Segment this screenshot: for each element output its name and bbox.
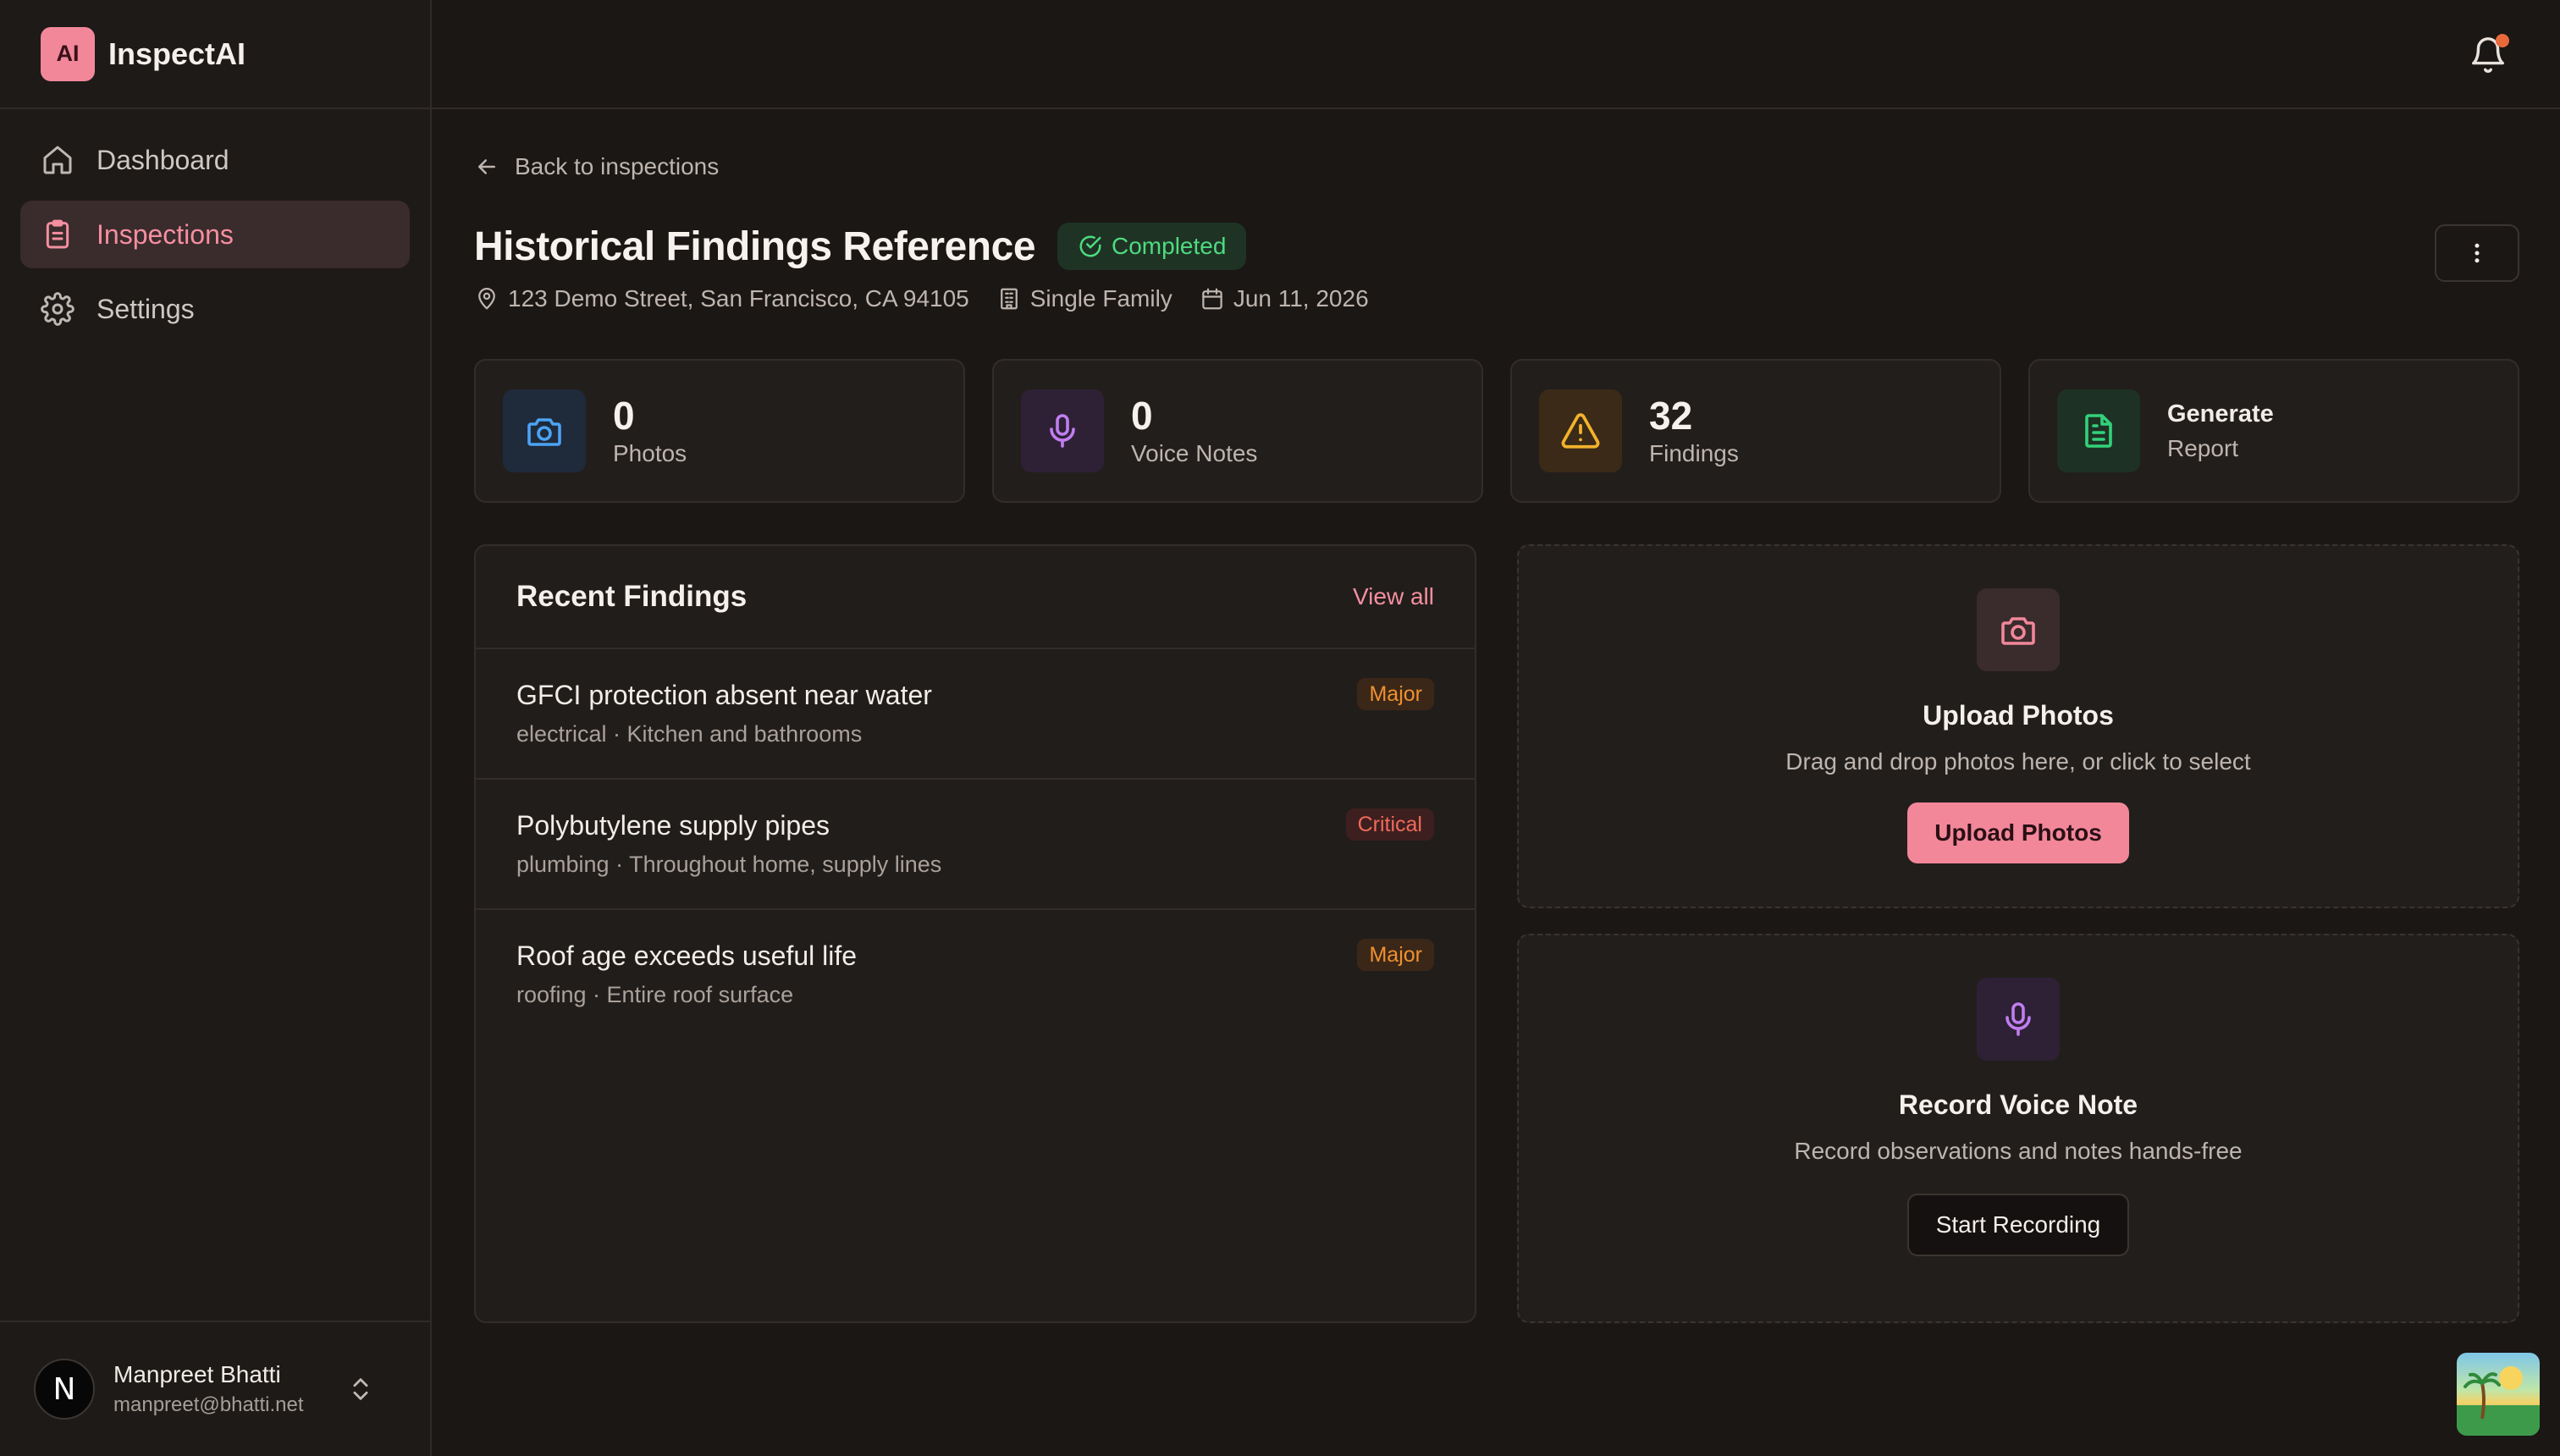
finding-subtitle: electrical · Kitchen and bathrooms — [516, 721, 863, 747]
more-options-button[interactable] — [2435, 224, 2519, 282]
panel-icon-box — [1977, 978, 2060, 1061]
recent-findings-header: Recent Findings View all — [476, 546, 1475, 649]
user-menu[interactable]: N Manpreet Bhatti manpreet@bhatti.net — [0, 1321, 430, 1456]
stat-icon-box — [503, 389, 586, 472]
stats-row: 0 Photos 0 Voice Notes 32 Findings Gener… — [474, 359, 2519, 503]
stat-photos[interactable]: 0 Photos — [474, 359, 965, 503]
sidebar: AI InspectAI Dashboard Inspections Setti… — [0, 0, 432, 1456]
sidebar-item-label: Settings — [97, 293, 195, 324]
stat-text: 0 Voice Notes — [1131, 394, 1257, 468]
notification-dot — [2496, 34, 2509, 47]
back-link-label: Back to inspections — [515, 153, 720, 179]
address-text: 123 Demo Street, San Francisco, CA 94105 — [508, 285, 969, 312]
avatar: N — [34, 1359, 95, 1420]
check-circle-icon — [1079, 235, 1101, 257]
stat-icon-box — [1021, 389, 1104, 472]
list-item[interactable]: Roof age exceeds useful life roofing · E… — [476, 910, 1475, 1040]
list-item[interactable]: GFCI protection absent near water electr… — [476, 649, 1475, 780]
finding-title: GFCI protection absent near water — [516, 680, 932, 710]
document-icon — [2085, 414, 2112, 448]
status-badge: Completed — [1057, 223, 1247, 270]
upload-description: Drag and drop photos here, or click to s… — [1785, 748, 2251, 775]
map-pin-icon — [478, 288, 495, 310]
camera-icon — [527, 418, 561, 446]
stat-voice-notes[interactable]: 0 Voice Notes — [992, 359, 1483, 503]
property-type-text: Single Family — [1029, 285, 1172, 312]
sidebar-nav: Dashboard Inspections Settings — [0, 109, 430, 367]
date-text: Jun 11, 2026 — [1233, 285, 1369, 312]
finding-title: Roof age exceeds useful life — [516, 940, 858, 971]
sidebar-item-label: Dashboard — [97, 144, 229, 175]
building-icon — [1000, 288, 1018, 310]
finding-subtitle: plumbing · Throughout home, supply lines — [516, 852, 942, 877]
stat-value: 0 — [613, 393, 635, 438]
home-icon — [43, 146, 72, 174]
user-email: manpreet@bhatti.net — [113, 1393, 304, 1416]
severity-badge: Critical — [1345, 808, 1434, 841]
sidebar-item-dashboard[interactable]: Dashboard — [20, 126, 410, 194]
title-row: Historical Findings Reference Completed — [474, 223, 1247, 270]
upload-photos-button[interactable]: Upload Photos — [1907, 802, 2129, 863]
user-info: Manpreet Bhatti manpreet@bhatti.net — [113, 1361, 304, 1417]
finding-title: Polybutylene supply pipes — [516, 810, 830, 841]
stat-value: 32 — [1649, 393, 1693, 438]
stat-icon-box — [2057, 389, 2140, 472]
more-vertical-icon — [2474, 243, 2480, 263]
palm-tree-icon — [2457, 1366, 2540, 1436]
sidebar-item-settings[interactable]: Settings — [20, 275, 410, 343]
arrow-left-icon — [478, 159, 495, 174]
panel-icon-box — [1977, 588, 2060, 671]
chevron-up-down-icon[interactable] — [346, 1375, 375, 1404]
sidebar-item-label: Inspections — [97, 218, 234, 250]
finding-subtitle: roofing · Entire roof surface — [516, 982, 794, 1007]
brand[interactable]: AI InspectAI — [0, 0, 430, 109]
clipboard-icon — [46, 219, 69, 249]
brand-logo: AI — [41, 26, 95, 81]
start-recording-button[interactable]: Start Recording — [1906, 1194, 2130, 1256]
recent-findings-title: Recent Findings — [516, 580, 748, 613]
stat-text: 32 Findings — [1649, 394, 1739, 468]
voice-description: Record observations and notes hands-free — [1794, 1138, 2243, 1164]
topbar — [432, 0, 2560, 109]
generate-text: Generate Report — [2167, 400, 2274, 462]
recent-findings-card: Recent Findings View all GFCI protection… — [474, 544, 1476, 1323]
status-label: Completed — [1112, 233, 1227, 259]
calendar-icon — [1202, 288, 1222, 310]
stat-findings[interactable]: 32 Findings — [1510, 359, 2001, 503]
record-voice-note-panel: Record Voice Note Record observations an… — [1517, 934, 2519, 1323]
camera-icon — [2001, 617, 2035, 645]
view-all-link[interactable]: View all — [1353, 583, 1434, 610]
severity-badge: Major — [1357, 678, 1434, 710]
gear-icon — [41, 292, 74, 326]
microphone-icon — [2006, 1002, 2031, 1036]
list-item[interactable]: Polybutylene supply pipes plumbing · Thr… — [476, 780, 1475, 910]
warning-icon — [1561, 413, 1600, 449]
stat-label: Findings — [1649, 440, 1739, 467]
address: 123 Demo Street, San Francisco, CA 94105 — [474, 285, 969, 312]
generate-subtitle: Report — [2167, 434, 2239, 461]
property-type: Single Family — [996, 285, 1172, 312]
upload-title: Upload Photos — [1923, 700, 2114, 731]
inspection-date: Jun 11, 2026 — [1200, 285, 1369, 312]
brand-name: InspectAI — [108, 36, 246, 71]
generate-report-card[interactable]: Generate Report — [2028, 359, 2519, 503]
microphone-icon — [1050, 414, 1075, 448]
stat-value: 0 — [1131, 393, 1153, 438]
stat-text: 0 Photos — [613, 394, 687, 468]
upload-photos-dropzone[interactable]: Upload Photos Drag and drop photos here,… — [1517, 544, 2519, 908]
corner-thumbnail-image[interactable] — [2457, 1353, 2540, 1436]
stat-label: Voice Notes — [1131, 440, 1258, 467]
inspection-meta: 123 Demo Street, San Francisco, CA 94105… — [474, 285, 1369, 312]
user-name: Manpreet Bhatti — [113, 1361, 281, 1387]
stat-icon-box — [1539, 389, 1622, 472]
sidebar-item-inspections[interactable]: Inspections — [20, 201, 410, 268]
voice-title: Record Voice Note — [1898, 1089, 2138, 1120]
stat-label: Photos — [613, 440, 687, 467]
back-link[interactable]: Back to inspections — [474, 153, 719, 180]
generate-title: Generate — [2167, 400, 2274, 427]
page-title: Historical Findings Reference — [474, 223, 1036, 269]
severity-badge: Major — [1357, 939, 1434, 971]
